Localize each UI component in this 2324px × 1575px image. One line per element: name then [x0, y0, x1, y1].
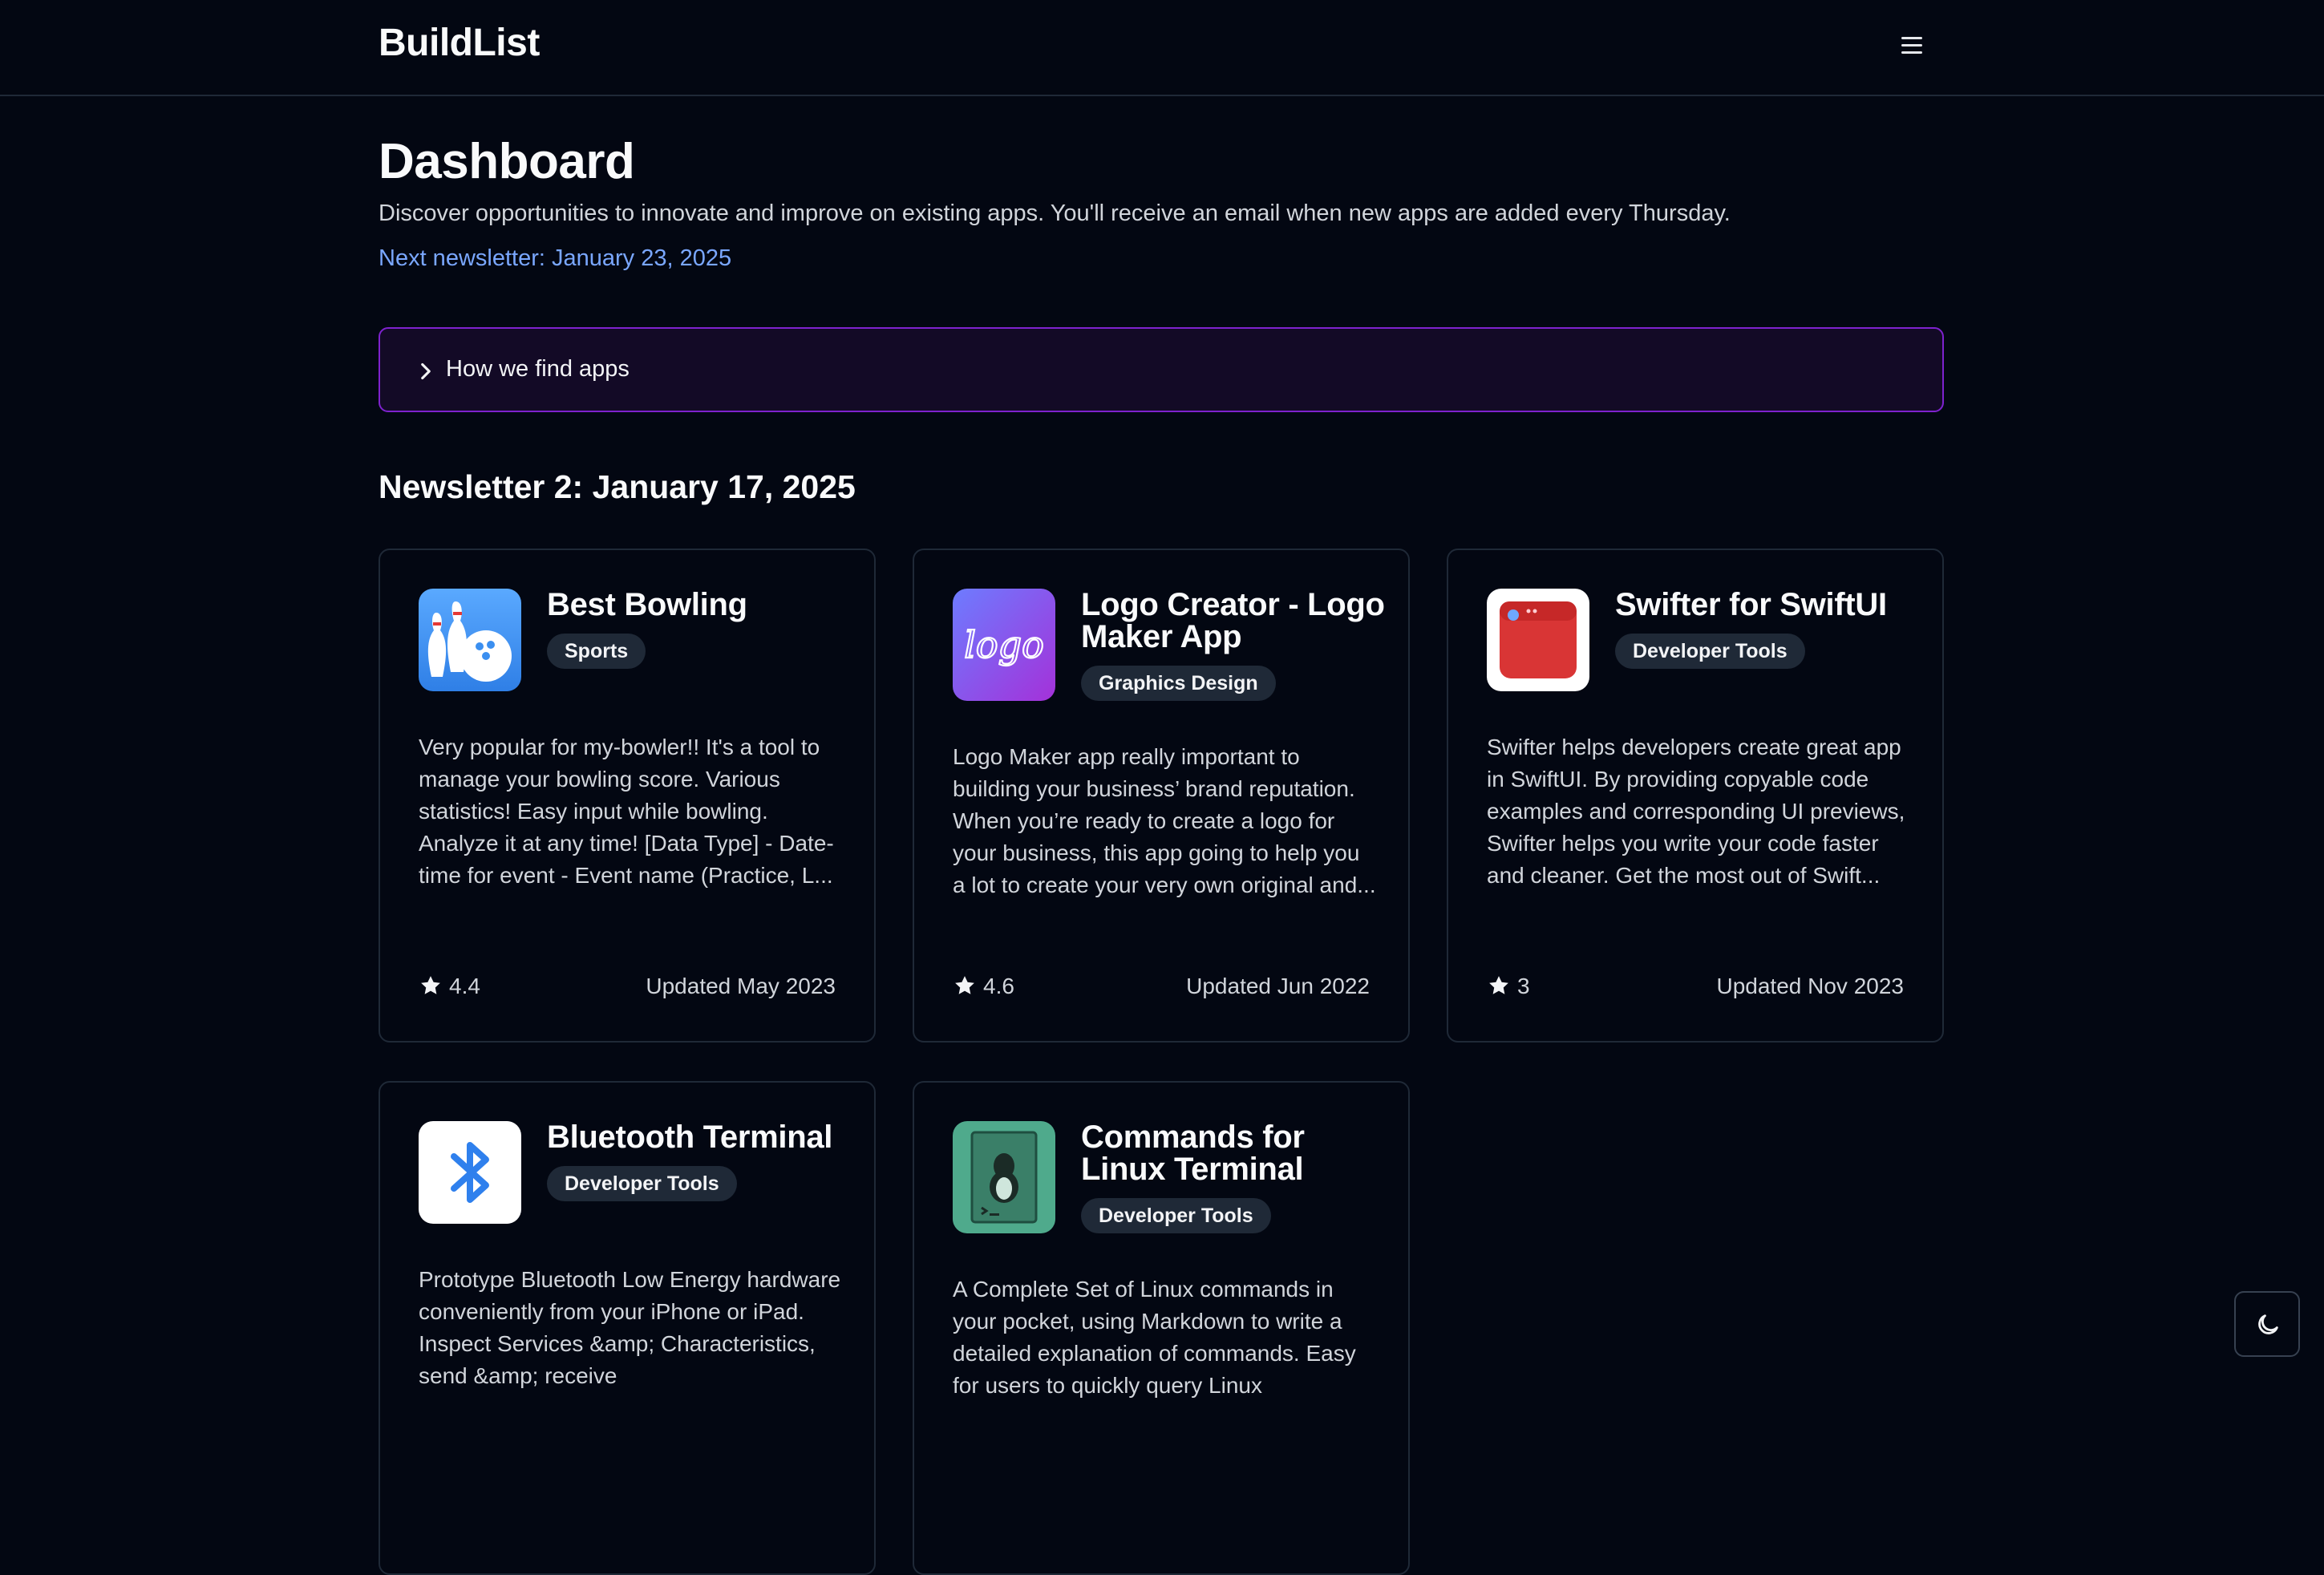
app-card-bluetooth-terminal[interactable]: Bluetooth Terminal Developer Tools Proto… [379, 1081, 876, 1575]
next-newsletter-link[interactable]: Next newsletter: January 23, 2025 [379, 245, 731, 272]
app-rating: 3 [1487, 974, 1530, 999]
app-description: Very popular for my-bowler!! It's a tool… [419, 735, 834, 888]
app-name[interactable]: Logo Creator - Logo Maker App [1081, 589, 1386, 653]
newsletter-title: Newsletter 2: January 17, 2025 [379, 468, 856, 505]
app-card-swifter[interactable]: Swifter for SwiftUI Developer Tools Swif… [1447, 549, 1944, 1043]
bluetooth-icon [419, 1121, 521, 1224]
brand-logo[interactable]: BuildList [379, 21, 540, 65]
star-icon [955, 976, 974, 994]
category-badge: Developer Tools [1615, 634, 1805, 669]
top-navigation-bar: BuildList [0, 0, 2324, 96]
app-name[interactable]: Swifter for SwiftUI [1615, 589, 1920, 621]
accordion-label: How we find apps [446, 356, 630, 382]
rating-value: 4.6 [983, 974, 1014, 998]
how-we-find-apps-accordion[interactable]: How we find apps [379, 327, 1944, 412]
app-card-linux-commands[interactable]: Commands for Linux Terminal Developer To… [913, 1081, 1410, 1575]
bowling-icon [419, 589, 521, 691]
page-title: Dashboard [379, 134, 635, 189]
category-badge: Sports [547, 634, 646, 669]
chevron-right-icon [421, 362, 431, 380]
hamburger-menu-icon[interactable] [1894, 29, 1929, 61]
app-card-logo-creator[interactable]: logo Logo Creator - Logo Maker App Graph… [913, 549, 1410, 1043]
category-badge: Developer Tools [547, 1166, 737, 1201]
star-icon [421, 976, 440, 994]
updated-date: Updated Jun 2022 [1186, 974, 1370, 998]
app-name[interactable]: Commands for Linux Terminal [1081, 1121, 1386, 1185]
moon-icon [2258, 1314, 2278, 1334]
app-description: Prototype Bluetooth Low Energy hardware … [419, 1267, 841, 1388]
app-description: A Complete Set of Linux commands in your… [953, 1277, 1356, 1398]
rating-value: 4.4 [449, 974, 480, 998]
app-rating: 4.6 [953, 974, 1014, 999]
star-icon [1489, 976, 1508, 994]
category-badge: Graphics Design [1081, 666, 1276, 701]
svg-text:logo: logo [964, 623, 1044, 666]
theme-toggle-button[interactable] [2234, 1291, 2300, 1357]
app-card-best-bowling[interactable]: Best Bowling Sports Very popular for my-… [379, 549, 876, 1043]
page-subtitle: Discover opportunities to innovate and i… [379, 200, 1731, 226]
rating-value: 3 [1517, 974, 1530, 998]
swifter-window-icon [1487, 589, 1589, 691]
app-name[interactable]: Best Bowling [547, 589, 852, 621]
updated-date: Updated Nov 2023 [1716, 974, 1904, 998]
app-rating: 4.4 [419, 974, 480, 999]
app-name[interactable]: Bluetooth Terminal [547, 1121, 852, 1153]
app-description: Logo Maker app really important to build… [953, 744, 1376, 897]
category-badge: Developer Tools [1081, 1198, 1271, 1233]
linux-terminal-icon [953, 1121, 1055, 1233]
logo-maker-icon: logo [953, 589, 1055, 701]
app-description: Swifter helps developers create great ap… [1487, 735, 1905, 888]
updated-date: Updated May 2023 [646, 974, 836, 998]
